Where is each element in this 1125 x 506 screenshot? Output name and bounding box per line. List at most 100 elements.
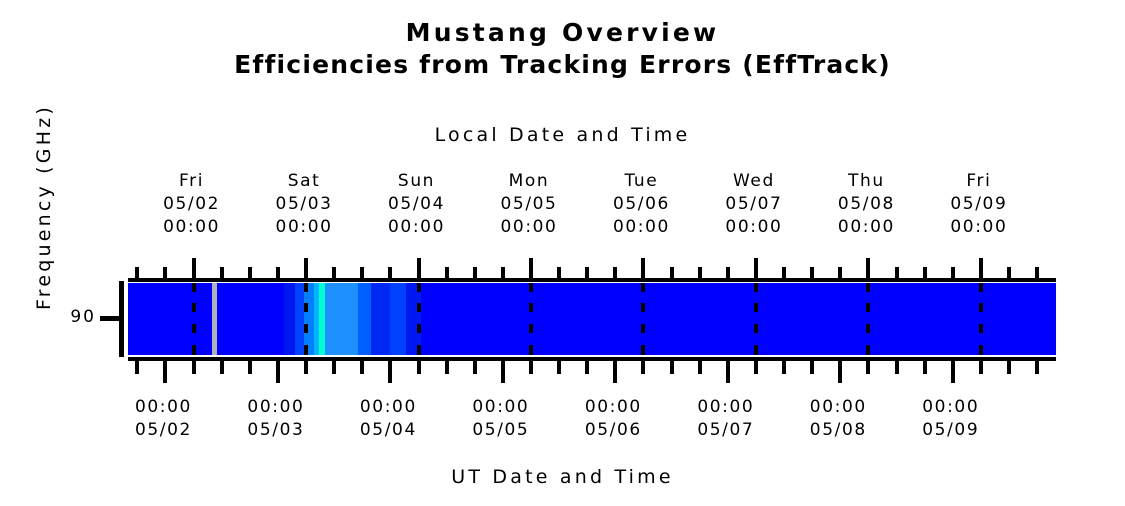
axis-tick-minor bbox=[894, 361, 899, 374]
axis-tick-minor bbox=[782, 361, 787, 374]
bottom-tick-label-date: 05/05 bbox=[472, 420, 530, 440]
top-tick-label-day: Fri bbox=[966, 171, 992, 191]
top-tick-label: Sat 05/03 00:00 bbox=[244, 170, 364, 239]
bottom-tick-label: 00:00 05/06 bbox=[553, 396, 673, 442]
axis-tick-minor bbox=[191, 361, 196, 374]
chart-title-block: Mustang Overview Efficiencies from Track… bbox=[0, 18, 1125, 82]
plot-day-marker bbox=[191, 283, 196, 355]
axis-tick-minor bbox=[641, 361, 646, 374]
plot-day-marker bbox=[978, 283, 983, 355]
top-tick-label: Wed 05/07 00:00 bbox=[694, 170, 814, 239]
bottom-tick-label-date: 05/08 bbox=[809, 420, 867, 440]
top-tick-label-date: 05/04 bbox=[388, 194, 445, 214]
axis-tick-major bbox=[191, 258, 196, 280]
plot-day-marker bbox=[528, 283, 533, 355]
axis-tick-major bbox=[275, 361, 280, 383]
bottom-tick-label-time: 00:00 bbox=[584, 397, 642, 417]
top-tick-label-date: 05/03 bbox=[275, 194, 333, 214]
top-axis-caption: Local Date and Time bbox=[434, 124, 691, 146]
bottom-tick-label-date: 05/03 bbox=[247, 420, 305, 440]
y-axis-line bbox=[119, 281, 124, 357]
top-tick-label-day: Tue bbox=[624, 171, 659, 191]
heatmap-cell bbox=[358, 283, 372, 355]
axis-tick-minor bbox=[416, 361, 421, 374]
top-tick-label: Fri 05/09 00:00 bbox=[919, 170, 1039, 239]
axis-tick-major bbox=[866, 258, 871, 280]
heatmap-plot-area[interactable] bbox=[128, 283, 1056, 355]
axis-tick-minor bbox=[866, 361, 871, 374]
axis-tick-minor bbox=[219, 361, 224, 374]
top-tick-label-time: 00:00 bbox=[500, 217, 558, 237]
top-tick-label-date: 05/05 bbox=[500, 194, 558, 214]
top-tick-label: Thu 05/08 00:00 bbox=[806, 170, 926, 239]
heatmap-cell bbox=[128, 283, 212, 355]
top-tick-label-time: 00:00 bbox=[388, 217, 445, 237]
bottom-tick-label-date: 05/09 bbox=[922, 420, 980, 440]
bottom-tick-label-time: 00:00 bbox=[697, 397, 755, 417]
axis-tick-minor bbox=[697, 361, 702, 374]
top-tick-label: Sun 05/04 00:00 bbox=[357, 170, 477, 239]
top-tick-label-date: 05/06 bbox=[612, 194, 670, 214]
plot-day-marker bbox=[304, 283, 309, 355]
axis-tick-minor bbox=[753, 361, 758, 374]
bottom-tick-label: 00:00 05/07 bbox=[666, 396, 786, 442]
bottom-axis-ticks bbox=[128, 361, 1056, 385]
bottom-tick-label-time: 00:00 bbox=[922, 397, 980, 417]
axis-tick-minor bbox=[1035, 361, 1040, 374]
top-tick-label-time: 00:00 bbox=[837, 217, 895, 237]
bottom-tick-label-date: 05/06 bbox=[584, 420, 642, 440]
bottom-tick-label-time: 00:00 bbox=[809, 397, 867, 417]
axis-tick-major bbox=[725, 361, 730, 383]
heatmap-cell bbox=[371, 283, 390, 355]
axis-tick-minor bbox=[332, 361, 337, 374]
top-tick-label-time: 00:00 bbox=[950, 217, 1008, 237]
top-tick-label-date: 05/09 bbox=[950, 194, 1008, 214]
bottom-tick-label-time: 00:00 bbox=[472, 397, 530, 417]
page-title: Mustang Overview bbox=[405, 18, 720, 47]
axis-tick-minor bbox=[444, 361, 449, 374]
axis-tick-major bbox=[528, 258, 533, 280]
top-tick-label-date: 05/08 bbox=[837, 194, 895, 214]
plot-day-marker bbox=[641, 283, 646, 355]
bottom-tick-label: 00:00 05/08 bbox=[778, 396, 898, 442]
axis-tick-major bbox=[416, 258, 421, 280]
top-tick-label-date: 05/02 bbox=[163, 194, 221, 214]
axis-tick-major bbox=[613, 361, 618, 383]
top-tick-label-day: Sun bbox=[397, 171, 436, 191]
axis-tick-major bbox=[838, 361, 843, 383]
bottom-tick-label-time: 00:00 bbox=[134, 397, 192, 417]
axis-tick-minor bbox=[528, 361, 533, 374]
axis-tick-minor bbox=[247, 361, 252, 374]
top-tick-label-time: 00:00 bbox=[275, 217, 333, 237]
heatmap-cell bbox=[389, 283, 407, 355]
top-tick-label-date: 05/07 bbox=[725, 194, 783, 214]
axis-tick-minor bbox=[585, 361, 590, 374]
y-axis-title: Frequency (GHz) bbox=[33, 104, 55, 311]
axis-tick-minor bbox=[978, 361, 983, 374]
y-axis-tick-label: 90 bbox=[70, 307, 96, 327]
axis-tick-minor bbox=[669, 361, 674, 374]
top-tick-label-day: Thu bbox=[848, 171, 885, 191]
bottom-tick-label-date: 05/07 bbox=[697, 420, 755, 440]
axis-tick-major bbox=[304, 258, 309, 280]
bottom-tick-label: 00:00 05/02 bbox=[103, 396, 223, 442]
top-tick-label: Mon 05/05 00:00 bbox=[469, 170, 589, 239]
bottom-tick-label-time: 00:00 bbox=[359, 397, 417, 417]
axis-tick-major bbox=[978, 258, 983, 280]
plot-day-marker bbox=[866, 283, 871, 355]
bottom-tick-label-date: 05/04 bbox=[359, 420, 417, 440]
bottom-tick-label-date: 05/02 bbox=[134, 420, 192, 440]
top-tick-label-time: 00:00 bbox=[163, 217, 221, 237]
page-subtitle: Efficiencies from Tracking Errors (EffTr… bbox=[234, 50, 891, 79]
axis-tick-minor bbox=[472, 361, 477, 374]
top-tick-label: Fri 05/02 00:00 bbox=[132, 170, 252, 239]
heatmap-cells bbox=[128, 283, 1056, 355]
bottom-tick-label-time: 00:00 bbox=[247, 397, 305, 417]
top-tick-label-time: 00:00 bbox=[612, 217, 670, 237]
axis-tick-major bbox=[388, 361, 393, 383]
top-tick-label-day: Mon bbox=[508, 171, 550, 191]
heatmap-cell bbox=[421, 283, 1056, 355]
top-axis-rule bbox=[128, 278, 1056, 282]
axis-tick-major bbox=[950, 361, 955, 383]
bottom-axis-caption: UT Date and Time bbox=[451, 466, 674, 488]
